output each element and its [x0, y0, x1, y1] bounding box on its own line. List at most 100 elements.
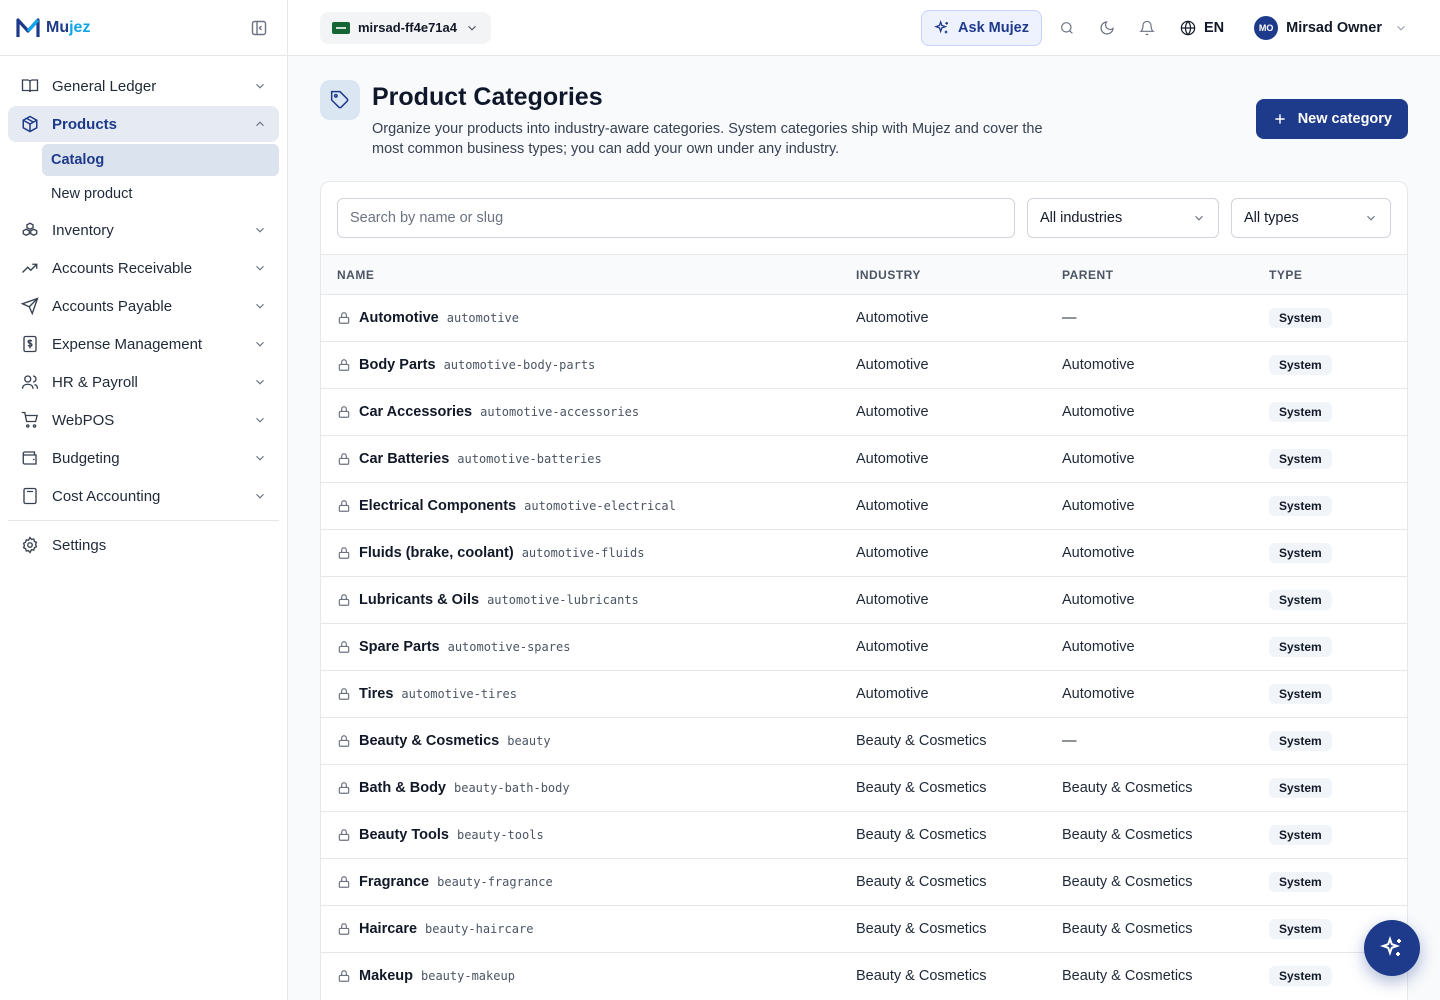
sidebar-item-accounts-receivable[interactable]: Accounts Receivable: [8, 250, 279, 286]
table-row[interactable]: Body Parts automotive-body-parts Automotiv…: [321, 341, 1407, 389]
sidebar-item-inventory[interactable]: Inventory: [8, 212, 279, 248]
column-header-type[interactable]: TYPE: [1253, 254, 1407, 295]
parent-cell: Automotive: [1046, 576, 1253, 624]
category-name[interactable]: Car Batteries: [359, 451, 449, 467]
org-switcher[interactable]: mirsad-ff4e71a4: [320, 11, 491, 44]
category-name[interactable]: Haircare: [359, 921, 417, 937]
sidebar-item-budgeting[interactable]: Budgeting: [8, 440, 279, 476]
table-row[interactable]: Makeup beauty-makeup Beauty & Cosmetics Bea…: [321, 952, 1407, 1000]
package-icon: [20, 114, 40, 134]
table-row[interactable]: Beauty & Cosmetics beauty Beauty & Cosmeti…: [321, 717, 1407, 765]
category-name[interactable]: Electrical Components: [359, 498, 516, 514]
search-icon[interactable]: [1052, 13, 1082, 43]
search-input[interactable]: Search by name or slug: [337, 198, 1015, 238]
sidebar-subitem-catalog[interactable]: Catalog: [42, 144, 279, 176]
category-name[interactable]: Makeup: [359, 968, 413, 984]
moon-icon[interactable]: [1092, 13, 1122, 43]
sidebar-subitem-new-product[interactable]: New product: [42, 178, 279, 210]
category-name[interactable]: Spare Parts: [359, 639, 440, 655]
table-row[interactable]: Bath & Body beauty-bath-body Beauty & Cosm…: [321, 764, 1407, 812]
type-cell: System: [1253, 764, 1407, 812]
sidebar-item-hr-payroll[interactable]: HR & Payroll: [8, 364, 279, 400]
new-category-button[interactable]: New category: [1255, 99, 1408, 139]
chevron-down-icon: [465, 21, 479, 35]
table-row[interactable]: Electrical Components automotive-electric…: [321, 482, 1407, 530]
name-cell-content: Makeup beauty-makeup: [337, 968, 824, 984]
category-name[interactable]: Fluids (brake, coolant): [359, 545, 514, 561]
sidebar-item-settings[interactable]: Settings: [8, 527, 279, 563]
sidebar-item-expense-management[interactable]: Expense Management: [8, 326, 279, 362]
category-name[interactable]: Bath & Body: [359, 780, 446, 796]
sidebar-item-general-ledger[interactable]: General Ledger: [8, 68, 279, 104]
name-cell-content: Spare Parts automotive-spares: [337, 639, 824, 655]
name-cell: Car Accessories automotive-accessories: [321, 388, 840, 436]
industry-cell: Automotive: [840, 623, 1046, 671]
chevron-down-icon: [1364, 211, 1378, 225]
table-row[interactable]: Spare Parts automotive-spares Automotive Au…: [321, 623, 1407, 671]
type-cell: System: [1253, 529, 1407, 577]
lock-icon: [337, 687, 351, 701]
column-header-industry[interactable]: INDUSTRY: [840, 254, 1046, 295]
sidebar-item-products[interactable]: Products: [8, 106, 279, 142]
category-name[interactable]: Body Parts: [359, 357, 436, 373]
chevron-down-icon: [1192, 211, 1206, 225]
category-name[interactable]: Car Accessories: [359, 404, 472, 420]
category-name[interactable]: Beauty Tools: [359, 827, 449, 843]
table-row[interactable]: Car Accessories automotive-accessories Aut…: [321, 388, 1407, 436]
chevron-down-icon: [253, 489, 267, 503]
table-row[interactable]: Car Batteries automotive-batteries Automot…: [321, 435, 1407, 483]
trend-up-icon: [20, 258, 40, 278]
lock-icon: [337, 546, 351, 560]
sidebar-item-label: WebPOS: [52, 411, 115, 429]
category-name[interactable]: Lubricants & Oils: [359, 592, 479, 608]
category-name[interactable]: Fragrance: [359, 874, 429, 890]
ask-mujez-button[interactable]: Ask Mujez: [921, 9, 1042, 46]
category-name[interactable]: Automotive: [359, 310, 439, 326]
sidebar-item-label: Expense Management: [52, 335, 203, 353]
table-row[interactable]: Tires automotive-tires Automotive Automotiv…: [321, 670, 1407, 718]
page-header: Product Categories Organize your product…: [320, 80, 1408, 159]
sidebar-item-accounts-payable[interactable]: Accounts Payable: [8, 288, 279, 324]
language-switcher[interactable]: EN: [1172, 20, 1232, 36]
ai-assistant-fab[interactable]: [1364, 920, 1420, 976]
bell-icon[interactable]: [1132, 13, 1162, 43]
sidebar-item-label: General Ledger: [52, 77, 157, 95]
column-header-name[interactable]: NAME: [321, 254, 840, 295]
parent-cell: —: [1046, 717, 1253, 765]
sidebar-item-cost-accounting[interactable]: Cost Accounting: [8, 478, 279, 514]
category-name[interactable]: Tires: [359, 686, 393, 702]
type-select-value: All types: [1244, 210, 1299, 226]
name-cell: Lubricants & Oils automotive-lubricants: [321, 576, 840, 624]
sidebar-collapse-icon[interactable]: [247, 16, 271, 40]
category-slug: beauty-makeup: [421, 969, 515, 984]
type-badge: System: [1269, 825, 1332, 845]
globe-icon: [1180, 20, 1196, 36]
name-cell: Electrical Components automotive-electric…: [321, 482, 840, 530]
table-header-row: NAME INDUSTRY PARENT TYPE: [321, 254, 1407, 295]
page-header-text: Product Categories Organize your product…: [372, 80, 1062, 159]
type-select[interactable]: All types: [1231, 198, 1391, 238]
sidebar-item-label: Budgeting: [52, 449, 120, 467]
column-header-parent[interactable]: PARENT: [1046, 254, 1253, 295]
type-badge: System: [1269, 778, 1332, 798]
lock-icon: [337, 358, 351, 372]
table-row[interactable]: Fluids (brake, coolant) automotive-fluids…: [321, 529, 1407, 577]
table-row[interactable]: Fragrance beauty-fragrance Beauty & Cosmet…: [321, 858, 1407, 906]
parent-cell: Beauty & Cosmetics: [1046, 811, 1253, 859]
user-name: Mirsad Owner: [1286, 19, 1382, 36]
avatar: MO: [1254, 15, 1279, 40]
categories-card: Search by name or slug All industries Al…: [320, 181, 1408, 1000]
table-row[interactable]: Haircare beauty-haircare Beauty & Cosmetic…: [321, 905, 1407, 953]
category-slug: beauty-haircare: [425, 922, 534, 936]
category-name[interactable]: Beauty & Cosmetics: [359, 733, 499, 749]
lock-icon: [337, 452, 351, 466]
sidebar-item-webpos[interactable]: WebPOS: [8, 402, 279, 438]
table-row[interactable]: Lubricants & Oils automotive-lubricants Au…: [321, 576, 1407, 624]
table-row[interactable]: Beauty Tools beauty-tools Beauty & Cosmeti…: [321, 811, 1407, 859]
type-cell: System: [1253, 294, 1407, 342]
industry-select[interactable]: All industries: [1027, 198, 1219, 238]
lock-icon: [337, 405, 351, 419]
user-menu[interactable]: MO Mirsad Owner: [1242, 15, 1408, 40]
table-row[interactable]: Automotive automotive Automotive — System: [321, 294, 1407, 342]
brand-logo[interactable]: Mujez: [16, 17, 90, 39]
